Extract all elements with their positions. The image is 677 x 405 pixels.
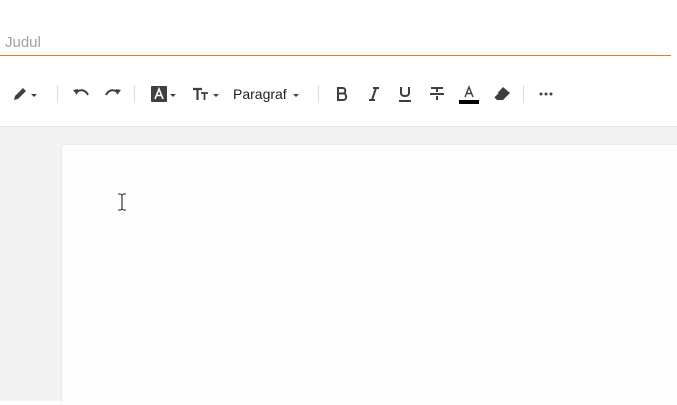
title-input[interactable]	[0, 30, 671, 56]
pen-icon	[12, 86, 28, 102]
title-area	[0, 0, 677, 58]
bold-icon	[336, 87, 348, 101]
underline-icon	[398, 86, 412, 102]
underline-button[interactable]	[396, 82, 414, 106]
chevron-down-icon	[30, 93, 37, 97]
redo-icon	[104, 87, 122, 101]
chevron-down-icon	[292, 93, 299, 97]
paragraph-style-label: Paragraf	[233, 86, 287, 102]
paragraph-style-dropdown[interactable]: Paragraf	[233, 82, 307, 106]
font-color-button[interactable]	[458, 82, 480, 106]
more-options-button[interactable]	[536, 82, 556, 106]
pen-tool-button[interactable]	[8, 82, 40, 106]
editor-toolbar: Paragraf	[0, 74, 677, 114]
bold-button[interactable]	[333, 82, 351, 106]
redo-button[interactable]	[102, 82, 124, 106]
chevron-down-icon	[212, 93, 219, 97]
toolbar-divider	[57, 85, 58, 103]
document-page[interactable]	[62, 145, 677, 405]
text-cursor-icon	[117, 193, 127, 211]
italic-icon	[368, 87, 380, 101]
font-color-icon	[459, 84, 479, 104]
toolbar-divider	[318, 85, 319, 103]
more-icon	[539, 92, 553, 96]
strikethrough-button[interactable]	[428, 82, 446, 106]
clear-format-button[interactable]	[492, 82, 512, 106]
eraser-icon	[493, 86, 511, 102]
chevron-down-icon	[169, 93, 176, 97]
document-workspace	[0, 126, 677, 405]
toolbar-divider	[134, 85, 135, 103]
highlight-box-icon	[150, 86, 167, 102]
strikethrough-icon	[429, 86, 445, 102]
text-size-icon	[192, 87, 210, 101]
undo-icon	[72, 87, 90, 101]
text-background-button[interactable]	[148, 82, 178, 106]
italic-button[interactable]	[365, 82, 383, 106]
text-size-button[interactable]	[190, 82, 220, 106]
toolbar-divider	[523, 85, 524, 103]
undo-button[interactable]	[70, 82, 92, 106]
